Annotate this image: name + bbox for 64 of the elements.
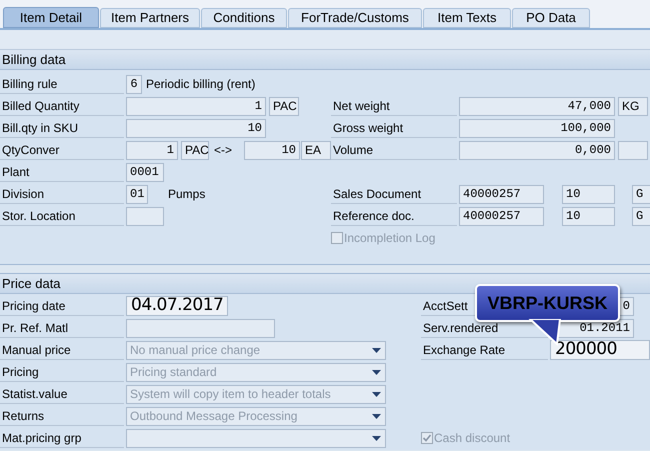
field-label: Pricing xyxy=(0,362,124,382)
input-field[interactable]: 0001 xyxy=(126,162,164,182)
input-field[interactable]: 40000257 xyxy=(459,184,544,204)
field-label: Division xyxy=(0,184,124,204)
checkbox-label: Incompletion Log xyxy=(344,230,436,247)
field-label: Returns xyxy=(0,406,124,426)
caret-icon xyxy=(372,392,381,396)
input-field[interactable] xyxy=(126,206,164,226)
unit-field[interactable]: PAC xyxy=(181,140,209,160)
caret-icon xyxy=(372,436,381,440)
field-text: <-> xyxy=(214,142,234,159)
input-field[interactable]: G xyxy=(632,184,650,204)
input-field[interactable]: 200000 xyxy=(550,340,650,360)
input-field[interactable]: 04.07.2017 xyxy=(126,296,228,316)
input-field[interactable]: G xyxy=(632,206,650,226)
tab[interactable]: PO Data xyxy=(512,8,590,28)
tooltip: VBRP-KURSK xyxy=(475,284,620,322)
input-field[interactable]: 40000257 xyxy=(459,206,544,226)
input-field[interactable]: 10 xyxy=(244,140,300,160)
input-field[interactable]: 10 xyxy=(562,206,615,226)
field-label: Statist.value xyxy=(0,384,124,404)
input-field[interactable]: 10 xyxy=(126,118,266,138)
section-title: Billing data xyxy=(0,50,650,70)
caret-icon xyxy=(372,370,381,374)
field-label: Billing rule xyxy=(0,74,124,94)
caret-icon xyxy=(372,348,381,352)
field-label: Stor. Location xyxy=(0,206,124,226)
input-field[interactable]: 0,000 xyxy=(459,140,615,160)
dropdown[interactable] xyxy=(126,428,386,448)
unit-field[interactable]: PAC xyxy=(269,96,299,116)
input-field[interactable]: 47,000 xyxy=(459,96,615,116)
unit-field[interactable]: EA xyxy=(301,140,331,160)
checkbox-label: Cash discount xyxy=(434,430,510,447)
tab[interactable]: ForTrade/Customs xyxy=(288,8,422,28)
field-label: Gross weight xyxy=(331,118,457,138)
input-field[interactable]: 6 xyxy=(126,74,142,94)
unit-field[interactable]: KG xyxy=(618,96,648,116)
field-label: Manual price xyxy=(0,340,124,360)
field-label: Reference doc. xyxy=(331,206,457,226)
field-label: Plant xyxy=(0,162,124,182)
input-field[interactable]: 100,000 xyxy=(459,118,615,138)
field-label: Bill.qty in SKU xyxy=(0,118,124,138)
field-label: Net weight xyxy=(331,96,457,116)
field-label: Billed Quantity xyxy=(0,96,124,116)
caret-icon xyxy=(372,414,381,418)
input-field[interactable]: 10 xyxy=(562,184,615,204)
tab[interactable]: Item Partners xyxy=(100,8,200,28)
field-label: Sales Document xyxy=(331,184,457,204)
tab[interactable]: Conditions xyxy=(201,8,287,28)
field-label: QtyConver xyxy=(0,140,124,160)
input-field[interactable]: 1 xyxy=(126,140,178,160)
tab[interactable]: Item Texts xyxy=(423,8,511,28)
field-label: Exchange Rate xyxy=(421,340,548,360)
field-text: Periodic billing (rent) xyxy=(146,76,256,93)
input-field[interactable]: 01 xyxy=(126,184,148,204)
field-label: Mat.pricing grp xyxy=(0,428,124,448)
unit-field[interactable] xyxy=(618,140,648,160)
field-text: Pumps xyxy=(168,186,206,203)
input-field[interactable] xyxy=(126,318,275,338)
field-label: Pr. Ref. Matl xyxy=(0,318,124,338)
field-label: Volume xyxy=(331,140,457,160)
field-label: Pricing date xyxy=(0,296,124,316)
tab[interactable]: Item Detail xyxy=(3,7,99,28)
input-field[interactable]: 1 xyxy=(126,96,266,116)
